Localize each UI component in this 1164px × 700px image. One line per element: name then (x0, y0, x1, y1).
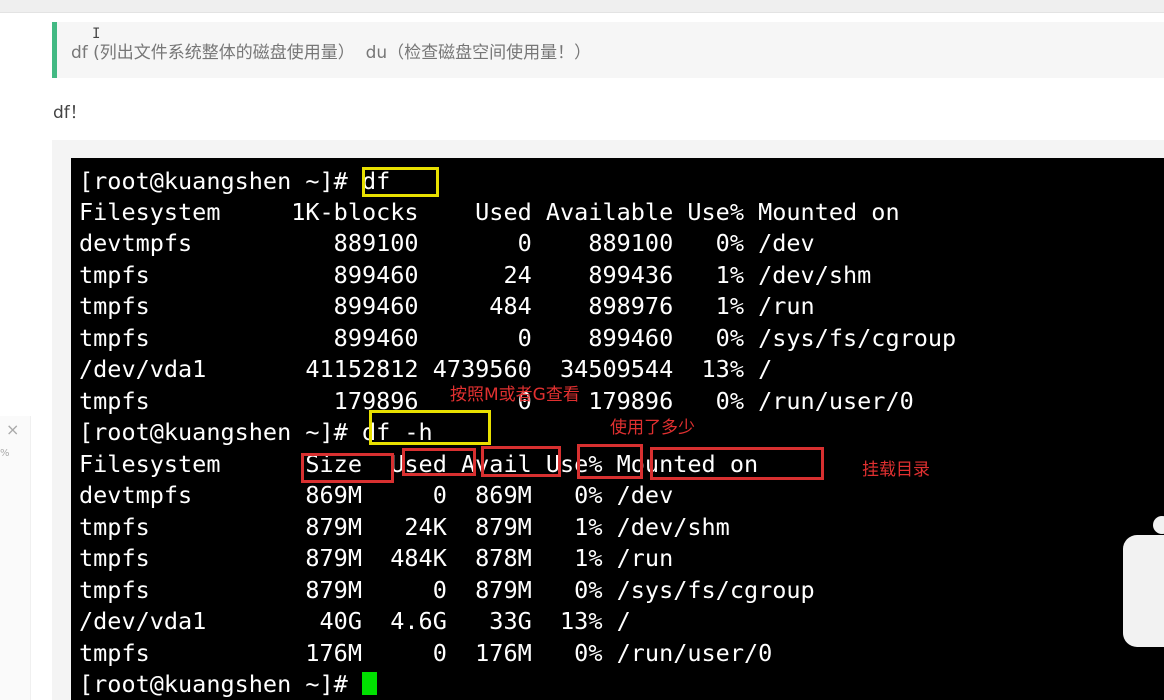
terminal-line: tmpfs 176M 0 176M 0% /run/user/0 (79, 639, 773, 667)
top-toolbar-strip (0, 0, 1164, 13)
terminal-line: tmpfs 879M 0 879M 0% /sys/fs/cgroup (79, 576, 815, 604)
highlight-box-mounted-on (650, 447, 824, 480)
highlight-box-avail (481, 446, 561, 477)
annotation-how-much-used: 使用了多少 (610, 418, 695, 438)
highlight-box-df-h (369, 410, 491, 445)
highlight-box-used (402, 448, 476, 476)
terminal-line: /dev/vda1 40G 4.6G 33G 13% / (79, 607, 631, 635)
terminal-line: devtmpfs 889100 0 889100 0% /dev (79, 229, 815, 257)
blockquote: df (列出文件系统整体的磁盘使用量） du（检查磁盘空间使用量！） (52, 22, 1164, 78)
terminal-line: tmpfs 899460 0 899460 0% /sys/fs/cgroup (79, 324, 957, 352)
close-icon[interactable]: × (6, 420, 19, 439)
text-cursor-icon: I (92, 26, 101, 42)
terminal-prompt: [root@kuangshen ~]# (79, 670, 362, 698)
terminal-line: devtmpfs 869M 0 869M 0% /dev (79, 481, 674, 509)
floating-widget[interactable] (1123, 535, 1164, 647)
terminal-line: tmpfs 899460 484 898976 1% /run (79, 292, 815, 320)
highlight-box-use-pct (577, 444, 643, 479)
highlight-box-df (362, 167, 439, 197)
floating-widget-dot (1153, 516, 1164, 534)
terminal-cursor (361, 672, 377, 695)
side-panel: × % (0, 416, 31, 700)
terminal-line: tmpfs 899460 24 899436 1% /dev/shm (79, 261, 872, 289)
blockquote-accent-bar (52, 22, 57, 78)
terminal-prompt-line: [root@kuangshen ~]# (79, 669, 377, 700)
paragraph-df: df！ (53, 103, 87, 123)
terminal-line: tmpfs 879M 24K 879M 1% /dev/shm (79, 513, 730, 541)
annotation-mount-dir: 挂载目录 (862, 460, 930, 480)
side-panel-percent: % (0, 448, 10, 459)
annotation-view-by-mg: 按照M或者G查看 (450, 385, 580, 405)
blockquote-text: df (列出文件系统整体的磁盘使用量） du（检查磁盘空间使用量！） (71, 43, 592, 63)
highlight-box-size (301, 453, 394, 483)
terminal-line: /dev/vda1 41152812 4739560 34509544 13% … (79, 355, 773, 383)
terminal-line: Filesystem 1K-blocks Used Available Use%… (79, 198, 900, 226)
terminal-line: tmpfs 879M 484K 878M 1% /run (79, 544, 674, 572)
terminal-line: [root@kuangshen ~]# df (79, 167, 391, 195)
